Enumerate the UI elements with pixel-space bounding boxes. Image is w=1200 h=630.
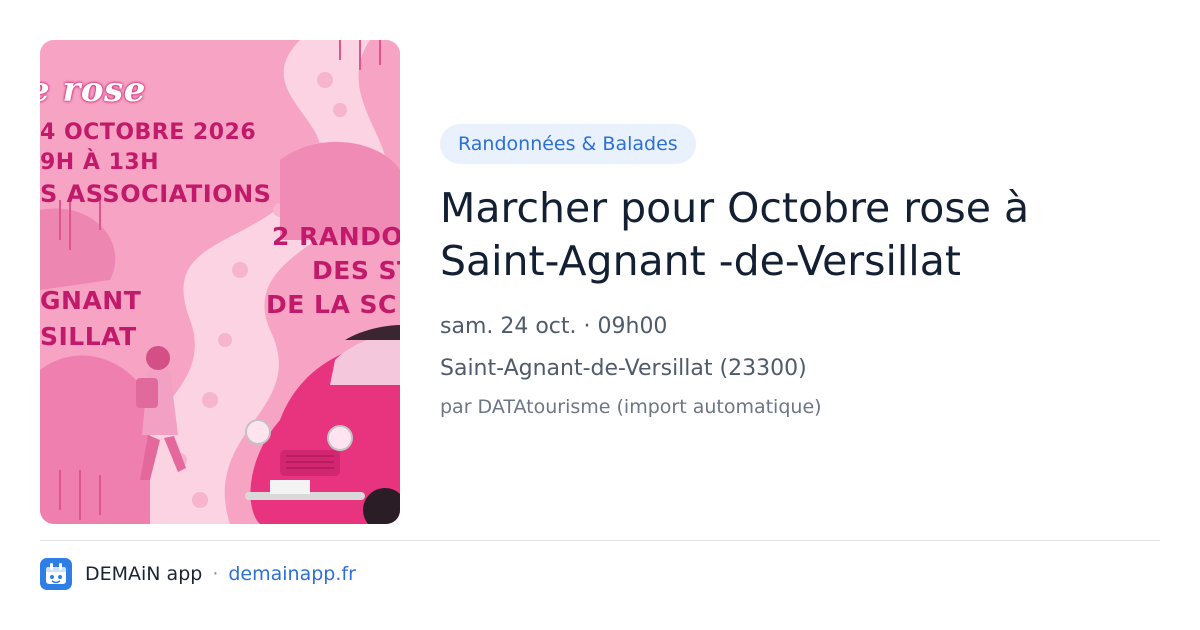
poster-rando-text-2: DES ST — [312, 256, 400, 285]
app-domain-link[interactable]: demainapp.fr — [228, 563, 356, 585]
poster-rando-text-3: DE LA SC — [266, 290, 397, 319]
poster-associations-text: S ASSOCIATIONS — [40, 180, 272, 208]
event-title[interactable]: Marcher pour Octobre rose à Saint-Agnant… — [440, 182, 1160, 288]
event-datetime: sam. 24 oct. · 09h00 — [440, 314, 668, 339]
poster-hours-text: 9H À 13H — [40, 150, 160, 175]
poster-date-text: 4 OCTOBRE 2026 — [40, 120, 257, 145]
poster-town-text-2: SILLAT — [40, 322, 137, 351]
demain-app-icon[interactable] — [40, 558, 72, 590]
event-poster-image[interactable]: e rose 4 OCTOBRE 2026 9H À 13H S ASSOCIA… — [40, 40, 400, 524]
category-badge[interactable]: Randonnées & Balades — [440, 124, 696, 164]
app-name: DEMAiN app — [85, 563, 203, 585]
footer-divider — [40, 540, 1160, 541]
site-footer: DEMAiN app · demainapp.fr — [40, 558, 356, 590]
poster-town-text-1: GNANT — [40, 286, 142, 315]
event-details: Randonnées & Balades Marcher pour Octobr… — [440, 124, 1170, 418]
poster-rando-text-1: 2 RANDO — [272, 222, 400, 251]
event-source: par DATAtourisme (import automatique) — [440, 396, 822, 418]
poster-script-text: e rose — [40, 70, 146, 110]
event-location: Saint-Agnant-de-Versillat (23300) — [440, 356, 807, 381]
footer-separator: · — [212, 563, 219, 585]
